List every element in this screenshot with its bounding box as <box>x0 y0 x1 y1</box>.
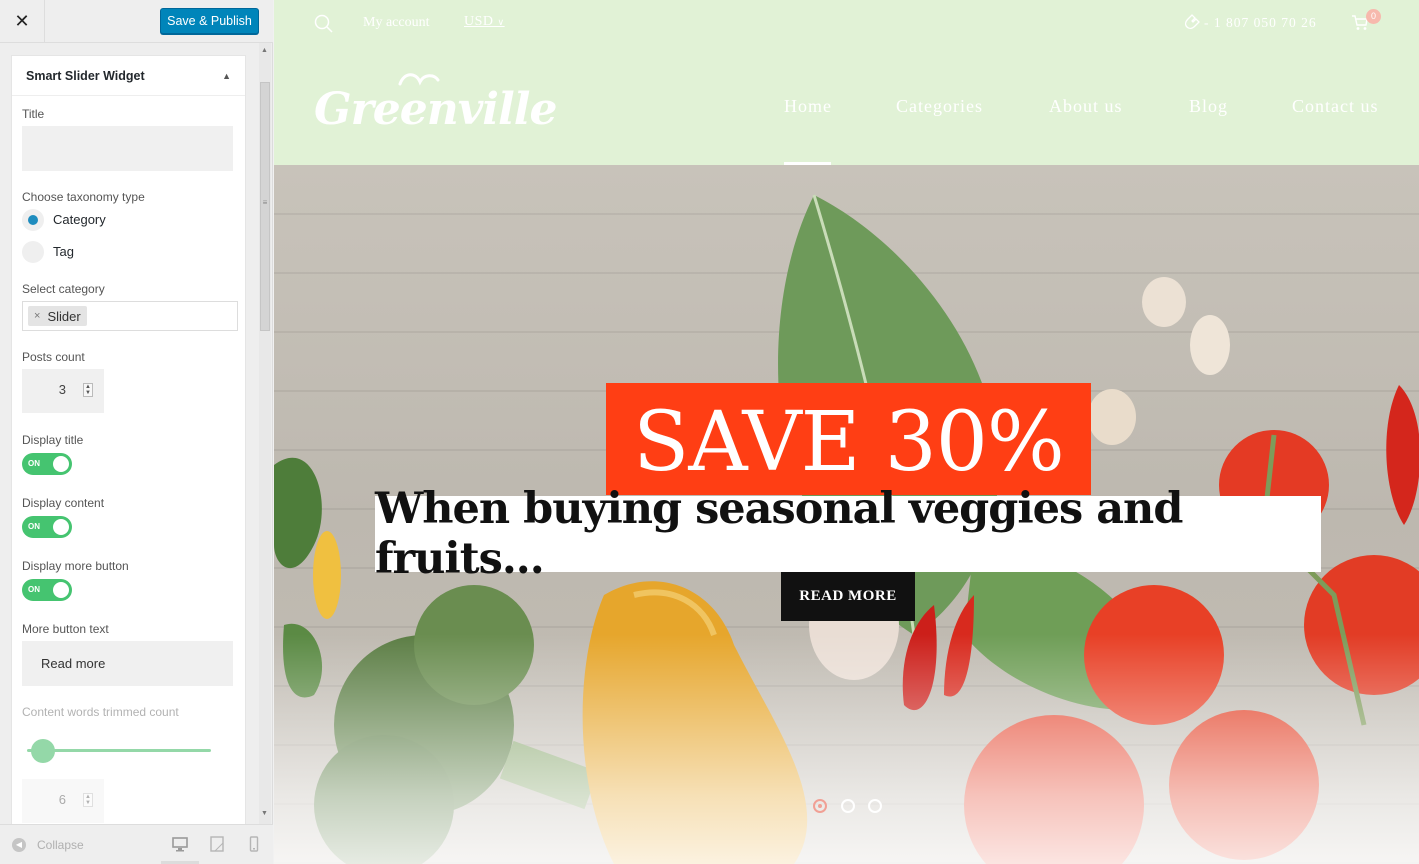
content-words-label: Content words trimmed count <box>22 705 179 719</box>
toggle-knob <box>53 582 69 598</box>
title-label: Title <box>22 107 45 121</box>
slider-dot-1[interactable] <box>813 799 827 813</box>
phone-number: - 1 807 050 70 26 <box>1204 15 1317 31</box>
category-token: × Slider <box>28 306 87 326</box>
phone-text: 1 807 050 70 26 <box>1213 15 1317 30</box>
toggle-on-text: ON <box>28 522 40 531</box>
scroll-up-icon[interactable]: ▲ <box>261 47 268 54</box>
customizer-header: ✕ Save & Publish <box>0 0 273 43</box>
scrollbar-thumb[interactable]: ≡ <box>260 82 270 331</box>
taxonomy-label: Choose taxonomy type <box>22 190 145 204</box>
widget-header[interactable]: Smart Slider Widget ▲ <box>12 56 245 96</box>
save-publish-button[interactable]: Save & Publish <box>160 8 259 34</box>
logo-text: Greenville <box>314 84 557 135</box>
hero-slider: SAVE 30% When buying seasonal veggies an… <box>274 165 1419 864</box>
sale-subheadline: When buying seasonal veggies and fruits.… <box>375 484 1183 584</box>
currency-dropdown[interactable]: USD ∨ <box>464 14 505 30</box>
site-topbar: My account USD ∨ - 1 807 050 70 26 0 <box>274 0 1419 44</box>
scroll-down-icon[interactable]: ▼ <box>261 810 268 817</box>
radio-tag[interactable] <box>22 241 44 263</box>
display-title-toggle[interactable]: ON <box>22 453 72 475</box>
category-select[interactable]: × Slider <box>22 301 238 331</box>
more-button-text-input[interactable]: Read more <box>22 641 233 686</box>
spinner-icon[interactable]: ▲ ▼ <box>83 793 93 807</box>
spinner-icon[interactable]: ▲ ▼ <box>83 383 93 397</box>
site-logo[interactable]: Greenville <box>314 66 557 146</box>
nav-categories[interactable]: Categories <box>896 96 983 117</box>
radio-category-label: Category <box>53 212 106 227</box>
select-category-label: Select category <box>22 282 105 296</box>
mobile-icon[interactable] <box>246 836 262 852</box>
posts-count-label: Posts count <box>22 350 85 364</box>
sale-headline: SAVE 30% <box>633 395 1065 490</box>
toggle-knob <box>53 519 69 535</box>
toggle-on-text: ON <box>28 585 40 594</box>
desktop-icon[interactable] <box>172 836 188 852</box>
toggle-on-text: ON <box>28 459 40 468</box>
display-title-label: Display title <box>22 433 84 447</box>
content-words-input[interactable]: 6 ▲ ▼ <box>22 779 104 823</box>
site-preview: My account USD ∨ - 1 807 050 70 26 0 Gre… <box>274 0 1419 864</box>
read-more-button[interactable]: READ MORE <box>781 572 915 621</box>
collapse-arrow-icon[interactable]: ▲ <box>222 71 231 81</box>
collapse-icon[interactable]: ◀ <box>12 838 26 852</box>
site-navbar: Greenville Home Categories About us Blog… <box>274 44 1419 165</box>
sidebar-scrollbar[interactable]: ▲ ≡ ▼ <box>259 43 271 824</box>
hero-fade-overlay <box>274 634 1419 864</box>
close-icon[interactable]: ✕ <box>0 0 45 43</box>
customizer-sidebar: ✕ Save & Publish Smart Slider Widget ▲ T… <box>0 0 273 864</box>
search-icon[interactable] <box>314 14 334 34</box>
widget-title: Smart Slider Widget <box>26 68 145 83</box>
nav-about-us[interactable]: About us <box>1049 96 1123 117</box>
slider-dot-2[interactable] <box>841 799 855 813</box>
remove-token-icon[interactable]: × <box>34 310 40 322</box>
display-more-button-toggle[interactable]: ON <box>22 579 72 601</box>
tablet-icon[interactable] <box>209 836 225 852</box>
content-words-value: 6 <box>58 792 66 807</box>
cart-count-badge: 0 <box>1366 9 1381 24</box>
phone-icon <box>1184 14 1200 30</box>
currency-label: USD <box>464 14 494 29</box>
toggle-knob <box>53 456 69 472</box>
nav-home[interactable]: Home <box>784 96 832 117</box>
nav-blog[interactable]: Blog <box>1189 96 1228 117</box>
customizer-footer: ◀ Collapse <box>0 824 273 864</box>
display-content-label: Display content <box>22 496 105 510</box>
customizer-panel: Smart Slider Widget ▲ Title Choose taxon… <box>0 43 273 824</box>
sale-banner: SAVE 30% <box>606 383 1091 495</box>
nav-contact-us[interactable]: Contact us <box>1292 96 1379 117</box>
title-input[interactable] <box>22 126 233 171</box>
display-more-button-label: Display more button <box>22 559 129 573</box>
more-button-text-label: More button text <box>22 622 109 636</box>
display-content-toggle[interactable]: ON <box>22 516 72 538</box>
sale-subheadline-box: When buying seasonal veggies and fruits.… <box>375 484 1321 584</box>
radio-category[interactable] <box>22 209 44 231</box>
posts-count-input[interactable]: 3 ▲ ▼ <box>22 369 104 413</box>
smart-slider-widget: Smart Slider Widget ▲ Title Choose taxon… <box>11 55 246 824</box>
category-token-label: Slider <box>47 308 81 324</box>
posts-count-value: 3 <box>58 382 66 397</box>
collapse-label[interactable]: Collapse <box>37 838 84 852</box>
slider-dot-3[interactable] <box>868 799 882 813</box>
content-words-slider-handle[interactable] <box>31 739 55 763</box>
radio-tag-label: Tag <box>53 244 74 259</box>
grip-icon: ≡ <box>262 198 268 207</box>
phone-prefix: - <box>1204 15 1214 30</box>
my-account-link[interactable]: My account <box>363 15 429 31</box>
chevron-down-icon: ∨ <box>497 17 505 27</box>
